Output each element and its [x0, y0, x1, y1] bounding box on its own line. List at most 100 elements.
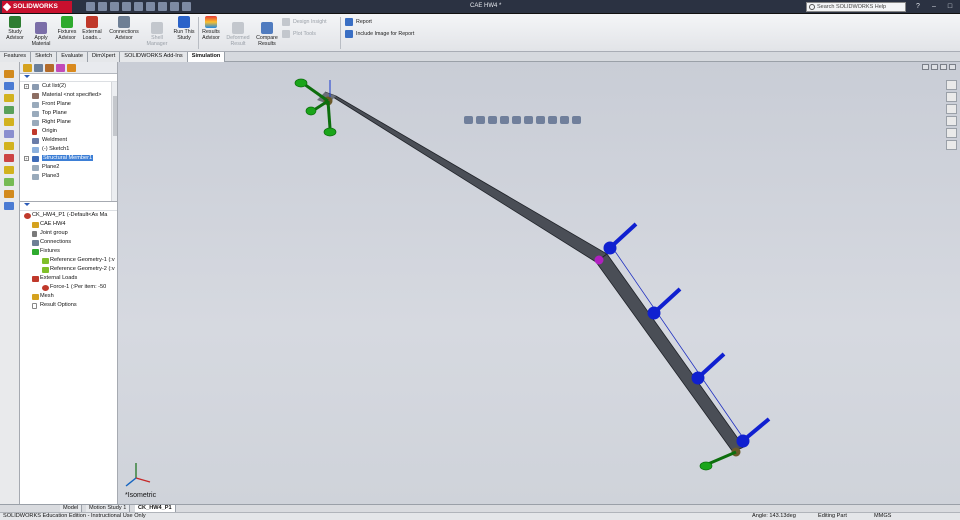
plane-icon	[32, 111, 39, 117]
tree-item-label: Top Plane	[42, 110, 67, 116]
tree-item-plane2[interactable]: Plane2	[20, 163, 117, 172]
sim-result-options[interactable]: Result Options	[20, 301, 117, 310]
tree-item-top-plane[interactable]: Top Plane	[20, 109, 117, 118]
select-icon[interactable]	[146, 2, 155, 11]
sim-ref-geom-1[interactable]: Reference Geometry-1 (:v	[20, 256, 117, 265]
connections-advisor-button[interactable]: Connections Advisor	[107, 16, 141, 41]
fixture-symbol[interactable]	[699, 450, 737, 471]
structural-member[interactable]	[317, 91, 747, 453]
expand-icon[interactable]: +	[24, 84, 29, 89]
open-file-icon[interactable]	[98, 2, 107, 11]
sim-external-loads[interactable]: External Loads	[20, 274, 117, 283]
tree-item-cut-list[interactable]: + Cut list(2)	[20, 82, 117, 91]
tab-dimxpert[interactable]: DimXpert	[87, 52, 121, 62]
beam-segment-2[interactable]	[595, 253, 745, 453]
tree-item-weldment[interactable]: Weldment	[20, 136, 117, 145]
solidworks-logo[interactable]: SOLIDWORKS	[2, 1, 72, 13]
study-tree-filter[interactable]	[20, 202, 117, 211]
compare-results-button[interactable]: Compare Results	[254, 22, 280, 47]
tab-evaluate[interactable]: Evaluate	[57, 52, 88, 62]
sim-study-label: CAE HW4	[40, 221, 66, 227]
print-icon[interactable]	[122, 2, 131, 11]
shell-manager-button[interactable]: Shell Manager	[144, 22, 170, 47]
fillet-icon[interactable]	[4, 118, 14, 126]
plot-tools-button[interactable]: Plot Tools	[282, 30, 316, 38]
minimize-button[interactable]: –	[927, 1, 941, 12]
design-insight-button[interactable]: Design Insight	[282, 18, 327, 26]
deformed-result-button[interactable]: Deformed Result	[225, 22, 251, 47]
tree-item-plane3[interactable]: Plane3	[20, 172, 117, 181]
measure-icon[interactable]	[4, 190, 14, 198]
sketch-icon	[32, 147, 39, 153]
include-image-button[interactable]: Include Image for Report	[345, 30, 414, 38]
display-manager-tab-icon[interactable]	[67, 64, 76, 72]
sim-ref-geom-2-label: Reference Geometry-2 (:v	[50, 266, 115, 272]
load-arrow[interactable]	[603, 222, 638, 255]
report-button[interactable]: Report	[345, 18, 372, 26]
extrude-icon[interactable]	[4, 94, 14, 102]
load-arrow[interactable]	[691, 352, 726, 385]
sim-force-1[interactable]: Force-1 (:Per item: -50	[20, 283, 117, 292]
scrollbar-thumb[interactable]	[113, 96, 117, 136]
sim-root[interactable]: CK_HW4_P1 (-Default<As Ma	[20, 211, 117, 220]
external-loads-button[interactable]: External Loads...	[80, 16, 104, 41]
tab-simulation[interactable]: Simulation	[187, 52, 226, 62]
pattern-icon[interactable]	[4, 130, 14, 138]
filter-icon	[24, 75, 30, 81]
sim-fixtures-label: Fixtures	[40, 248, 60, 254]
sim-fixtures[interactable]: Fixtures	[20, 247, 117, 256]
new-document-icon[interactable]	[86, 2, 95, 11]
sketch-icon[interactable]	[4, 82, 14, 90]
tree-item-origin[interactable]: Origin	[20, 127, 117, 136]
load-arrow[interactable]	[736, 417, 771, 448]
revolve-icon[interactable]	[4, 106, 14, 114]
dimxpert-tab-icon[interactable]	[56, 64, 65, 72]
help-search-input[interactable]: Search SOLIDWORKS Help	[806, 2, 906, 12]
shell-icon[interactable]	[4, 142, 14, 150]
run-study-button[interactable]: Run This Study	[172, 16, 196, 41]
curves-icon[interactable]	[4, 178, 14, 186]
unit-system[interactable]: MMGS	[874, 513, 891, 520]
rebuild-icon[interactable]	[158, 2, 167, 11]
expand-icon[interactable]: +	[24, 156, 29, 161]
load-arrow[interactable]	[647, 287, 682, 320]
file-properties-icon[interactable]	[170, 2, 179, 11]
help-button[interactable]: ?	[911, 1, 925, 12]
tree-item-front-plane[interactable]: Front Plane	[20, 100, 117, 109]
configuration-tab-icon[interactable]	[45, 64, 54, 72]
sim-mesh[interactable]: Mesh	[20, 292, 117, 301]
connections-advisor-label: Connections Advisor	[109, 29, 139, 41]
feature-tree-filter[interactable]	[20, 74, 117, 82]
sim-study[interactable]: CAE HW4	[20, 220, 117, 229]
tab-sketch[interactable]: Sketch	[31, 52, 58, 62]
reference-geometry-icon[interactable]	[4, 166, 14, 174]
tree-item-right-plane[interactable]: Right Plane	[20, 118, 117, 127]
apply-material-button[interactable]: Apply Material	[30, 22, 52, 47]
fixtures-advisor-button[interactable]: Fixtures Advisor	[55, 16, 79, 41]
sim-ref-geom-2[interactable]: Reference Geometry-2 (:v	[20, 265, 117, 274]
undo-icon[interactable]	[134, 2, 143, 11]
sim-joint-group[interactable]: Joint group	[20, 229, 117, 238]
feature-tree-tab-icon[interactable]	[23, 64, 32, 72]
tree-item-sketch1[interactable]: (-) Sketch1	[20, 145, 117, 154]
tab-features[interactable]: Features	[0, 52, 32, 62]
sim-connections[interactable]: Connections	[20, 238, 117, 247]
save-icon[interactable]	[110, 2, 119, 11]
smart-dimension-icon[interactable]	[4, 70, 14, 78]
reference-geometry-icon	[42, 267, 49, 273]
study-advisor-button[interactable]: Study Advisor	[4, 16, 26, 41]
graphics-area[interactable]: *Isometric	[118, 62, 960, 504]
options-gear-icon[interactable]	[182, 2, 191, 11]
joint-node[interactable]	[594, 255, 604, 265]
tree-item-structural-member[interactable]: + Structural Member1	[20, 154, 117, 163]
property-manager-tab-icon[interactable]	[34, 64, 43, 72]
tab-addins[interactable]: SOLIDWORKS Add-Ins	[120, 52, 188, 62]
beam-segment-1[interactable]	[324, 91, 608, 263]
study-icon[interactable]	[4, 202, 14, 210]
results-advisor-button[interactable]: Results Advisor	[200, 16, 222, 41]
maximize-button[interactable]: □	[943, 1, 957, 12]
tree-item-material[interactable]: Material <not specified>	[20, 91, 117, 100]
angle-readout: Angle: 143.13deg	[752, 513, 796, 519]
feature-tree-scrollbar[interactable]	[111, 82, 117, 201]
weldment-icon[interactable]	[4, 154, 14, 162]
